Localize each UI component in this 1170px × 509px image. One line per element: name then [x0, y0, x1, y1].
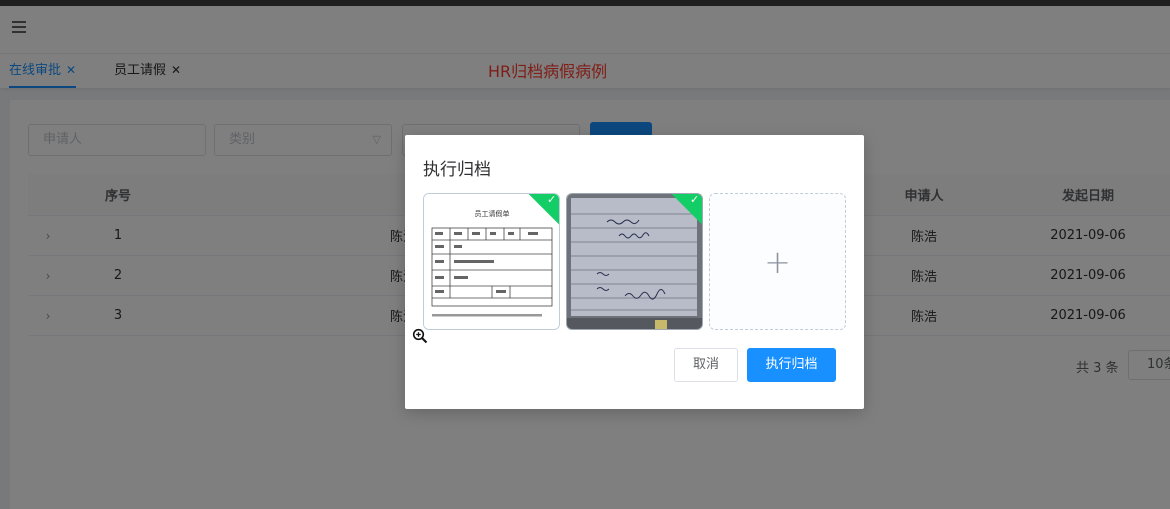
uploaded-image-leave-form[interactable]: 员工请假单 ✓ — [423, 193, 560, 330]
uploaded-image-medical-record[interactable]: ✓ — [566, 193, 703, 330]
upload-add-button[interactable]: + — [709, 193, 846, 330]
check-icon: ✓ — [690, 193, 700, 206]
archive-dialog: 执行归档 员工请假单 ✓ ✓ + 取消 执行归档 — [405, 135, 864, 409]
cancel-button[interactable]: 取消 — [674, 348, 738, 382]
zoom-in-icon[interactable] — [412, 328, 428, 344]
doc-title: 员工请假单 — [475, 209, 510, 218]
dialog-title: 执行归档 — [423, 160, 491, 180]
leave-form-image: 员工请假单 — [424, 194, 559, 329]
confirm-archive-button[interactable]: 执行归档 — [747, 348, 836, 382]
plus-icon: + — [764, 242, 791, 281]
medical-record-photo — [567, 194, 702, 329]
check-icon: ✓ — [547, 193, 557, 206]
